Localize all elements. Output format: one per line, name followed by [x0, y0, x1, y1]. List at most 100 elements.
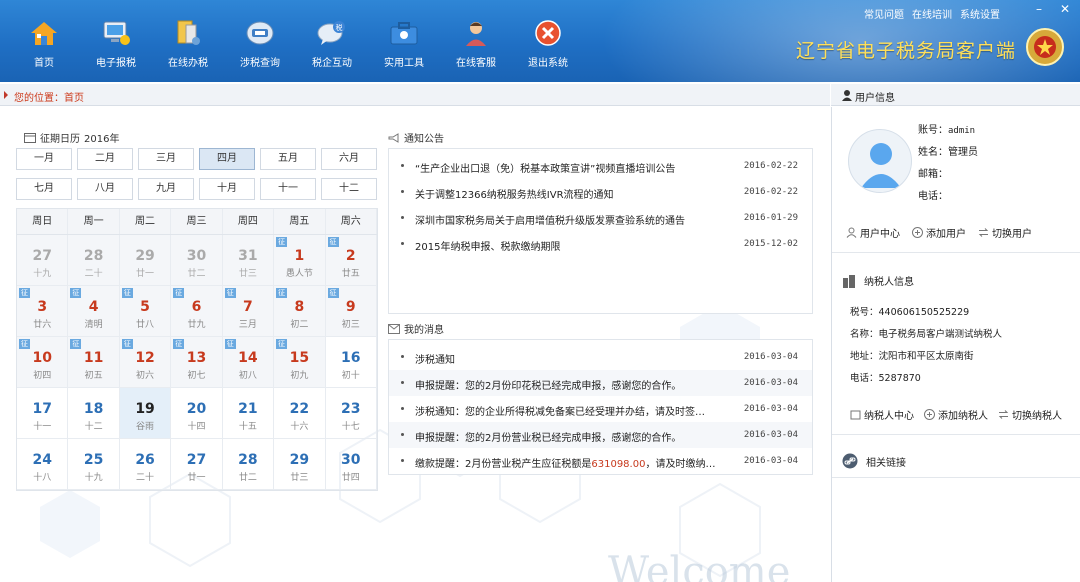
- calendar-day[interactable]: 征 4 清明: [68, 286, 120, 336]
- calendar-day[interactable]: 26 二十: [120, 439, 172, 489]
- month-button[interactable]: 一月: [16, 148, 72, 170]
- month-button[interactable]: 四月: [199, 148, 255, 170]
- month-button[interactable]: 九月: [138, 178, 194, 200]
- calendar-day[interactable]: 31 廿三: [222, 235, 275, 285]
- calendar-day[interactable]: 23 十七: [326, 388, 377, 438]
- toolbar-e-tax[interactable]: 电子报税: [80, 18, 152, 74]
- add-taxpayer-button[interactable]: 添加纳税人: [924, 407, 988, 422]
- address-value: 沈阳市和平区太原南街: [878, 351, 974, 362]
- top-links: 常见问题 在线培训 系统设置: [864, 6, 1000, 21]
- month-button[interactable]: 二月: [77, 148, 133, 170]
- message-item[interactable]: 涉税通知 2016-03-04: [389, 344, 812, 370]
- notice-item[interactable]: 2015年纳税申报、税款缴纳期限 2015-12-02: [389, 231, 812, 257]
- calendar-day[interactable]: 27 廿一: [171, 439, 223, 489]
- user-info-header: 用户信息: [831, 84, 1080, 106]
- calendar-day[interactable]: 征 15 初九: [274, 337, 326, 387]
- notice-text[interactable]: 深圳市国家税务局关于启用增值税升级版发票查验系统的通告: [415, 212, 725, 227]
- calendar-day[interactable]: 30 廿二: [171, 235, 223, 285]
- day-number: 5: [140, 299, 150, 315]
- weekday-label: 周二: [120, 209, 172, 234]
- month-button[interactable]: 六月: [321, 148, 377, 170]
- month-button[interactable]: 五月: [260, 148, 316, 170]
- day-number: 22: [289, 401, 310, 417]
- message-text[interactable]: 申报提醒：您的2月份印花税已经完成申报，感谢您的合作。: [415, 377, 725, 392]
- toolbar-home[interactable]: 首页: [8, 18, 80, 74]
- message-text[interactable]: 涉税通知：您的企业所得税减免备案已经受理并办结，请及时签…: [415, 403, 725, 418]
- calendar-day[interactable]: 25 十九: [68, 439, 120, 489]
- calendar-day[interactable]: 30 廿四: [326, 439, 377, 489]
- toolbar-exit[interactable]: 退出系统: [512, 18, 584, 74]
- notice-text[interactable]: 关于调整12366纳税服务热线IVR流程的通知: [415, 186, 725, 201]
- calendar-day[interactable]: 征 12 初六: [119, 337, 172, 387]
- user-center-button[interactable]: 用户中心: [846, 225, 900, 240]
- notice-text[interactable]: 2015年纳税申报、税款缴纳期限: [415, 238, 725, 253]
- month-button[interactable]: 七月: [16, 178, 72, 200]
- calendar-day[interactable]: 征 3 廿六: [17, 286, 69, 336]
- calendar-day[interactable]: 24 十八: [17, 439, 69, 489]
- calendar-day[interactable]: 28 廿二: [223, 439, 275, 489]
- message-item[interactable]: 涉税通知：您的企业所得税减免备案已经受理并办结，请及时签… 2016-03-04: [389, 396, 812, 422]
- month-button[interactable]: 八月: [77, 178, 133, 200]
- calendar-day[interactable]: 19 谷雨: [119, 388, 172, 438]
- month-button[interactable]: 三月: [138, 148, 194, 170]
- message-text[interactable]: 缴款提醒：2月份营业税产生应征税额是631098.00，请及时缴纳…: [415, 455, 725, 470]
- notice-item[interactable]: 深圳市国家税务局关于启用增值税升级版发票查验系统的通告 2016-01-29: [389, 205, 812, 231]
- bullet-icon: [401, 407, 404, 410]
- message-item[interactable]: 申报提醒：您的2月份营业税已经完成申报，感谢您的合作。 2016-03-04: [389, 422, 812, 448]
- toolbar-interaction[interactable]: 税 税企互动: [296, 18, 368, 74]
- calendar-day[interactable]: 征 6 廿九: [171, 286, 223, 336]
- notice-item[interactable]: “生产企业出口退（免）税基本政策宣讲”视频直播培训公告 2016-02-22: [389, 153, 812, 179]
- calendar-day[interactable]: 征 5 廿八: [119, 286, 172, 336]
- calendar-day[interactable]: 16 初十: [326, 337, 377, 387]
- calendar-day[interactable]: 征 14 初八: [222, 337, 275, 387]
- calendar-day[interactable]: 征 2 廿五: [325, 235, 377, 285]
- add-user-button[interactable]: 添加用户: [912, 225, 966, 240]
- calendar-day[interactable]: 29 廿三: [274, 439, 326, 489]
- calendar-day[interactable]: 征 8 初二: [274, 286, 326, 336]
- message-item[interactable]: 缴款提醒：2月份营业税产生应征税额是631098.00，请及时缴纳… 2016-0…: [389, 448, 812, 474]
- calendar-day[interactable]: 征 1 愚人节: [274, 235, 326, 285]
- calendar-day[interactable]: 征 10 初四: [17, 337, 69, 387]
- toolbar-tax-query[interactable]: 涉税查询: [224, 18, 296, 74]
- calendar-day[interactable]: 20 十四: [171, 388, 223, 438]
- notice-text[interactable]: “生产企业出口退（免）税基本政策宣讲”视频直播培训公告: [415, 160, 725, 175]
- minimize-button[interactable]: –: [1036, 2, 1042, 16]
- account-value: admin: [948, 126, 976, 136]
- month-button[interactable]: 十二: [321, 178, 377, 200]
- breadcrumb-current[interactable]: 首页: [64, 93, 84, 104]
- settings-link[interactable]: 系统设置: [960, 6, 1000, 21]
- notice-title-text: 通知公告: [404, 134, 444, 145]
- calendar-day[interactable]: 27 十九: [17, 235, 69, 285]
- calendar-day[interactable]: 征 9 初三: [325, 286, 377, 336]
- message-panel: 涉税通知 2016-03-04 申报提醒：您的2月份印花税已经完成申报，感谢您的合作…: [388, 339, 813, 475]
- message-item[interactable]: 申报提醒：您的2月份印花税已经完成申报，感谢您的合作。 2016-03-04: [389, 370, 812, 396]
- message-text[interactable]: 涉税通知: [415, 351, 725, 366]
- calendar-day[interactable]: 17 十一: [17, 388, 69, 438]
- calendar-day[interactable]: 22 十六: [274, 388, 326, 438]
- close-button[interactable]: ✕: [1060, 2, 1070, 16]
- toolbar-online-tax[interactable]: 在线办税: [152, 18, 224, 74]
- training-link[interactable]: 在线培训: [912, 6, 952, 21]
- calendar-day[interactable]: 征 7 三月: [222, 286, 275, 336]
- tax-period-tag: 征: [224, 288, 236, 298]
- lunar-date: 十九: [84, 473, 103, 483]
- calendar-day[interactable]: 征 13 初七: [171, 337, 223, 387]
- message-text[interactable]: 申报提醒：您的2月份营业税已经完成申报，感谢您的合作。: [415, 429, 725, 444]
- switch-taxpayer-button[interactable]: 切换纳税人: [998, 407, 1062, 422]
- phone-label: 电话：: [918, 191, 948, 202]
- calendar-day[interactable]: 21 十五: [223, 388, 275, 438]
- calendar-day[interactable]: 征 11 初五: [68, 337, 120, 387]
- notice-item[interactable]: 关于调整12366纳税服务热线IVR流程的通知 2016-02-22: [389, 179, 812, 205]
- faq-link[interactable]: 常见问题: [864, 6, 904, 21]
- links-header[interactable]: 相关链接: [842, 453, 906, 469]
- lunar-date: 廿三: [290, 473, 309, 483]
- switch-user-button[interactable]: 切换用户: [978, 225, 1032, 240]
- toolbar-support[interactable]: 在线客服: [440, 18, 512, 74]
- calendar-day[interactable]: 18 十二: [68, 388, 120, 438]
- taxpayer-center-button[interactable]: 纳税人中心: [850, 407, 914, 422]
- month-button[interactable]: 十一: [260, 178, 316, 200]
- month-button[interactable]: 十月: [199, 178, 255, 200]
- calendar-day[interactable]: 29 廿一: [119, 235, 172, 285]
- toolbar-tools[interactable]: 实用工具: [368, 18, 440, 74]
- calendar-day[interactable]: 28 二十: [68, 235, 120, 285]
